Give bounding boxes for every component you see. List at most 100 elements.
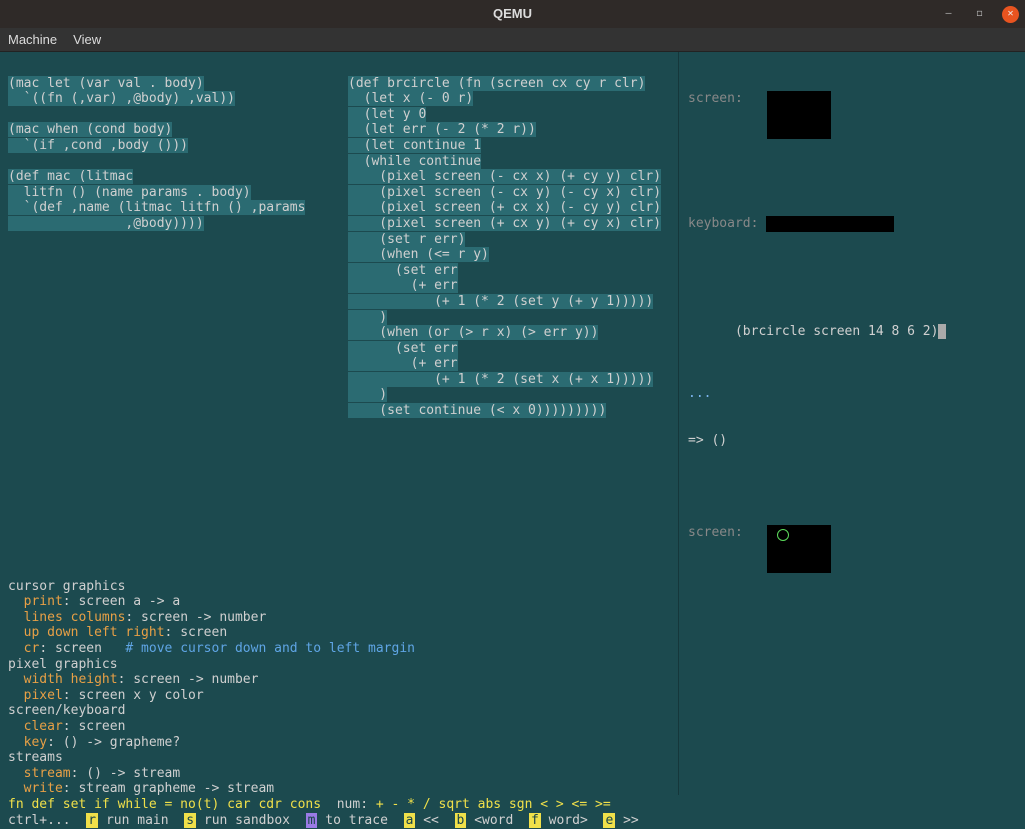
help-fn: write	[24, 781, 63, 796]
help-fn: cr	[24, 641, 40, 656]
screen-output-initial	[767, 91, 831, 139]
key-r-label: run main	[106, 813, 169, 828]
menu-machine[interactable]: Machine	[8, 32, 57, 48]
code-line: )	[348, 310, 387, 325]
help-sig: : screen	[165, 625, 228, 640]
window-controls: — ◻ ✕	[940, 6, 1019, 23]
num-ops: + - * / sqrt abs sgn < > <= >=	[376, 797, 611, 812]
code-column-left: (mac let (var val . body) `((fn (,var) ,…	[8, 60, 305, 232]
code-line: litfn () (name params . body)	[8, 185, 251, 200]
help-reference: cursor graphics print: screen a -> a lin…	[8, 563, 415, 797]
key-a-label: <<	[423, 813, 439, 828]
help-comment: # move cursor down and to left margin	[125, 641, 415, 656]
help-fn: pixel	[24, 688, 63, 703]
num-label: num:	[321, 797, 376, 812]
code-line: `(def ,name (litmac litfn () ,params	[8, 200, 305, 215]
cursor-icon	[938, 324, 946, 339]
repl-dots: ...	[688, 386, 946, 402]
sandbox-panel: screen: keyboard: (brcircle screen 14 8 …	[688, 60, 946, 604]
builtins: fn def set if while = no(t) car cdr cons	[8, 797, 321, 812]
keyboard-label: keyboard:	[688, 216, 758, 232]
menu-view[interactable]: View	[73, 32, 101, 48]
code-line: (while continue	[348, 154, 481, 169]
terminal-content: (mac let (var val . body) `((fn (,var) ,…	[0, 52, 1025, 829]
shortcut-bar: ctrl+... r run main s run sandbox m to t…	[8, 813, 639, 829]
code-line: (set err	[348, 341, 458, 356]
code-line: ,@body))))	[8, 216, 204, 231]
maximize-icon[interactable]: ◻	[971, 6, 988, 23]
help-heading: screen/keyboard	[8, 703, 125, 718]
code-column-right: (def brcircle (fn (screen cx cy r clr) (…	[348, 60, 661, 419]
code-line: (let y 0	[348, 107, 426, 122]
menubar: Machine View	[0, 28, 1025, 52]
screen-output-result	[767, 525, 831, 573]
key-e[interactable]: e	[603, 813, 615, 828]
repl-result: => ()	[688, 433, 946, 449]
code-line: (when (<= r y)	[348, 247, 489, 262]
help-fn: print	[24, 594, 63, 609]
vertical-separator	[678, 52, 679, 795]
code-line: (let continue 1	[348, 138, 481, 153]
code-line: (+ 1 (* 2 (set x (+ x 1)))))	[348, 372, 653, 387]
help-fn: clear	[24, 719, 63, 734]
code-line: (set err	[348, 263, 458, 278]
code-line: (let x (- 0 r)	[348, 91, 473, 106]
key-r[interactable]: r	[86, 813, 98, 828]
code-line: (def mac (litmac	[8, 169, 133, 184]
help-heading: pixel graphics	[8, 657, 118, 672]
screen-label: screen:	[688, 91, 743, 107]
code-line: (set continue (< x 0)))))))))	[348, 403, 606, 418]
code-line: `(if ,cond ,body ()))	[8, 138, 188, 153]
ctrl-prefix: ctrl+...	[8, 813, 71, 828]
key-s[interactable]: s	[184, 813, 196, 828]
screen-label: screen:	[688, 525, 743, 541]
code-line: (when (or (> r x) (> err y))	[348, 325, 598, 340]
close-icon[interactable]: ✕	[1002, 6, 1019, 23]
help-fn: width height	[24, 672, 118, 687]
key-s-label: run sandbox	[204, 813, 290, 828]
help-fn: stream	[24, 766, 71, 781]
help-sig: : stream grapheme -> stream	[63, 781, 274, 796]
help-fn: key	[24, 735, 47, 750]
help-sig: : screen -> number	[118, 672, 259, 687]
code-line: (mac let (var val . body)	[8, 76, 204, 91]
code-line: (def brcircle (fn (screen cx cy r clr)	[348, 76, 645, 91]
key-m-label: to trace	[325, 813, 388, 828]
code-line: (pixel screen (+ cx y) (+ cy x) clr)	[348, 216, 661, 231]
help-sig: : screen	[39, 641, 125, 656]
keyboard-input-box[interactable]	[766, 216, 894, 232]
help-fn: up down left right	[24, 625, 165, 640]
key-a[interactable]: a	[404, 813, 416, 828]
code-line: (pixel screen (- cx x) (+ cy y) clr)	[348, 169, 661, 184]
help-sig: : () -> grapheme?	[47, 735, 180, 750]
help-fn: lines columns	[24, 610, 126, 625]
minimize-icon[interactable]: —	[940, 6, 957, 23]
key-b[interactable]: b	[455, 813, 467, 828]
help-heading: cursor graphics	[8, 579, 125, 594]
builtins-line: fn def set if while = no(t) car cdr cons…	[8, 797, 611, 813]
circle-icon	[777, 529, 789, 541]
titlebar: QEMU — ◻ ✕	[0, 0, 1025, 28]
key-m[interactable]: m	[306, 813, 318, 828]
help-sig: : screen x y color	[63, 688, 204, 703]
code-line: (+ err	[348, 356, 458, 371]
help-sig: : screen -> number	[125, 610, 266, 625]
repl-input[interactable]: (brcircle screen 14 8 6 2)	[735, 324, 939, 339]
code-line: (set r err)	[348, 232, 465, 247]
help-heading: streams	[8, 750, 63, 765]
window-title: QEMU	[493, 6, 532, 22]
code-line: )	[348, 387, 387, 402]
help-sig: : screen	[63, 719, 126, 734]
code-line: `((fn (,var) ,@body) ,val))	[8, 91, 235, 106]
help-sig: : screen a -> a	[63, 594, 180, 609]
code-line: (+ err	[348, 278, 458, 293]
code-line: (let err (- 2 (* 2 r))	[348, 122, 536, 137]
help-sig: : () -> stream	[71, 766, 181, 781]
key-b-label: <word	[474, 813, 513, 828]
key-e-label: >>	[623, 813, 639, 828]
key-f[interactable]: f	[529, 813, 541, 828]
code-line: (pixel screen (- cx y) (- cy x) clr)	[348, 185, 661, 200]
code-line: (mac when (cond body)	[8, 122, 172, 137]
key-f-label: word>	[549, 813, 588, 828]
code-line: (pixel screen (+ cx x) (- cy y) clr)	[348, 200, 661, 215]
